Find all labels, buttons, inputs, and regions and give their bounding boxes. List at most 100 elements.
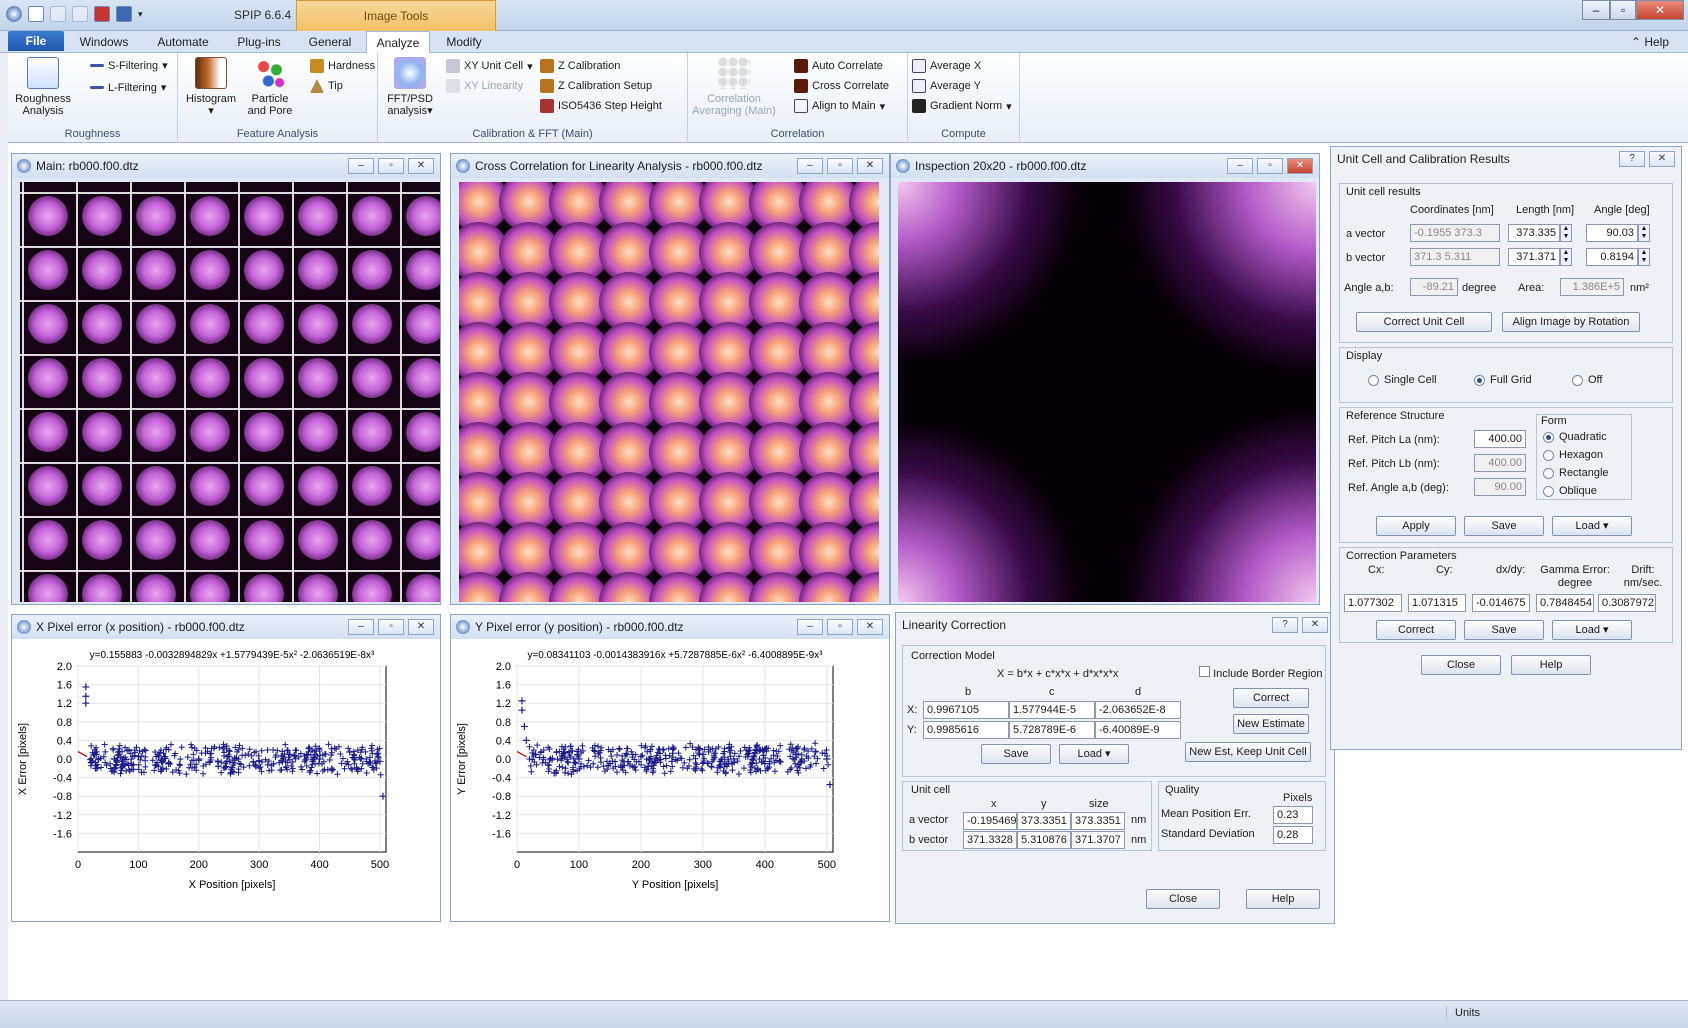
save-button[interactable]: Save xyxy=(981,744,1051,764)
y-error-chart[interactable]: y=0.08341103 -0.0014383916x +5.7287885E-… xyxy=(451,640,889,922)
a-length-spin[interactable]: ▲▼ xyxy=(1560,224,1572,242)
b-angle-spin[interactable]: ▲▼ xyxy=(1638,248,1650,266)
rectangle-radio[interactable]: Rectangle xyxy=(1543,467,1609,479)
pitch-la-field[interactable]: 400.00 xyxy=(1474,430,1526,448)
align-to-main-button[interactable]: Align to Main ▾ xyxy=(794,99,885,113)
y-b-field[interactable]: 0.9985616 xyxy=(923,721,1009,739)
minimize-icon[interactable]: – xyxy=(348,158,374,174)
close-icon[interactable]: ✕ xyxy=(1287,158,1313,174)
close-icon[interactable]: ✕ xyxy=(408,619,434,635)
cross-correlate-button[interactable]: Cross Correlate xyxy=(794,79,889,93)
param-correct-button[interactable]: Correct xyxy=(1376,620,1456,640)
close-icon[interactable]: ✕ xyxy=(857,158,883,174)
undo-icon[interactable] xyxy=(50,6,66,22)
redo-icon[interactable] xyxy=(72,6,88,22)
b-angle-field[interactable]: 0.8194 xyxy=(1586,248,1638,266)
xy-unit-cell-button[interactable]: XY Unit Cell ▾ xyxy=(446,59,533,73)
x-d-field[interactable]: -2.063652E-8 xyxy=(1095,701,1181,719)
ref-save-button[interactable]: Save xyxy=(1464,516,1544,536)
restore-icon[interactable]: ▫ xyxy=(1257,158,1283,174)
help-icon[interactable]: ? xyxy=(1272,617,1298,633)
align-rotation-button[interactable]: Align Image by Rotation xyxy=(1502,312,1640,332)
tab-general[interactable]: General xyxy=(300,31,360,53)
maximize-window-button[interactable]: ▫ xyxy=(1610,0,1636,20)
help-icon[interactable]: ? xyxy=(1619,151,1645,167)
histogram-button[interactable]: Histogram▾ xyxy=(184,57,238,117)
x-error-chart[interactable]: y=0.155883 -0.0032894829x +1.5779439E-5x… xyxy=(12,640,440,922)
inspection-canvas[interactable] xyxy=(898,182,1316,602)
minimize-icon[interactable]: – xyxy=(797,619,823,635)
ref-load-button[interactable]: Load ▾ xyxy=(1552,516,1632,536)
help-button[interactable]: ⌃ Help xyxy=(1620,31,1680,53)
iso5436-button[interactable]: ISO5436 Step Height xyxy=(540,99,662,113)
z-calibration-setup-button[interactable]: Z Calibration Setup xyxy=(540,79,652,93)
main-image-canvas[interactable] xyxy=(20,182,440,602)
particle-pore-button[interactable]: Particle and Pore xyxy=(242,57,298,117)
param-load-button[interactable]: Load ▾ xyxy=(1552,620,1632,640)
cx-field[interactable]: 1.077302 xyxy=(1344,594,1402,612)
tip-button[interactable]: Tip xyxy=(310,79,343,93)
minimize-window-button[interactable]: – xyxy=(1582,0,1610,20)
a-length-field[interactable]: 373.335 xyxy=(1508,224,1560,242)
correlation-averaging-button[interactable]: Correlation Averaging (Main) xyxy=(692,57,776,117)
s-filtering-button[interactable]: S-Filtering ▾ xyxy=(90,59,168,72)
y-d-field[interactable]: -6.40089E-9 xyxy=(1095,721,1181,739)
close-button[interactable]: Close xyxy=(1146,889,1220,909)
tab-plugins[interactable]: Plug-ins xyxy=(228,31,290,53)
new-est-keep-button[interactable]: New Est, Keep Unit Cell xyxy=(1185,742,1311,762)
average-x-button[interactable]: Average X xyxy=(912,59,981,73)
dxdy-field[interactable]: -0.014675 xyxy=(1472,594,1530,612)
file-tab[interactable]: File xyxy=(8,31,64,51)
auto-correlate-button[interactable]: Auto Correlate xyxy=(794,59,883,73)
minimize-icon[interactable]: – xyxy=(348,619,374,635)
quadratic-radio[interactable]: Quadratic xyxy=(1543,431,1607,443)
cy-field[interactable]: 1.071315 xyxy=(1408,594,1466,612)
load-button[interactable]: Load ▾ xyxy=(1059,744,1129,764)
close-icon[interactable]: ✕ xyxy=(1302,617,1328,633)
y-c-field[interactable]: 5.728789E-6 xyxy=(1009,721,1095,739)
restore-icon[interactable]: ▫ xyxy=(827,158,853,174)
gamma-field[interactable]: 0.7848454 xyxy=(1536,594,1594,612)
a-angle-field[interactable]: 90.03 xyxy=(1586,224,1638,242)
tab-modify[interactable]: Modify xyxy=(434,31,494,53)
close-icon[interactable]: ✕ xyxy=(1649,151,1675,167)
gradient-norm-button[interactable]: Gradient Norm ▾ xyxy=(912,99,1012,113)
apply-button[interactable]: Apply xyxy=(1376,516,1456,536)
open-icon[interactable] xyxy=(28,6,44,22)
unit-cell-close-button[interactable]: Close xyxy=(1421,655,1501,675)
off-radio[interactable]: Off xyxy=(1572,374,1602,386)
average-y-button[interactable]: Average Y xyxy=(912,79,981,93)
restore-icon[interactable]: ▫ xyxy=(378,619,404,635)
l-filtering-button[interactable]: L-Filtering ▾ xyxy=(90,81,166,94)
layout-icon[interactable] xyxy=(116,6,132,22)
z-calibration-button[interactable]: Z Calibration xyxy=(540,59,620,73)
cross-correlation-canvas[interactable] xyxy=(459,182,879,602)
param-save-button[interactable]: Save xyxy=(1464,620,1544,640)
hexagon-radio[interactable]: Hexagon xyxy=(1543,449,1603,461)
help-button[interactable]: Help xyxy=(1246,889,1320,909)
tab-automate[interactable]: Automate xyxy=(148,31,218,53)
hardness-button[interactable]: Hardness xyxy=(310,59,375,73)
b-length-spin[interactable]: ▲▼ xyxy=(1560,248,1572,266)
close-icon[interactable]: ✕ xyxy=(857,619,883,635)
tab-analyze[interactable]: Analyze xyxy=(366,31,430,54)
close-window-button[interactable]: ✕ xyxy=(1636,0,1684,20)
correct-button[interactable]: Correct xyxy=(1233,688,1309,708)
restore-icon[interactable]: ▫ xyxy=(378,158,404,174)
include-border-checkbox[interactable]: Include Border Region xyxy=(1199,666,1323,680)
roughness-analysis-button[interactable]: Roughness Analysis xyxy=(12,57,74,117)
x-c-field[interactable]: 1.577944E-5 xyxy=(1009,701,1095,719)
fft-psd-button[interactable]: FFT/PSD analysis▾ xyxy=(382,57,438,117)
oblique-radio[interactable]: Oblique xyxy=(1543,485,1597,497)
single-cell-radio[interactable]: Single Cell xyxy=(1368,374,1437,386)
minimize-icon[interactable]: – xyxy=(1227,158,1253,174)
new-estimate-button[interactable]: New Estimate xyxy=(1233,714,1309,734)
qat-dropdown-icon[interactable]: ▾ xyxy=(138,9,143,20)
minimize-icon[interactable]: – xyxy=(797,158,823,174)
tab-windows[interactable]: Windows xyxy=(72,31,136,53)
full-grid-radio[interactable]: Full Grid xyxy=(1474,374,1532,386)
grid-icon[interactable] xyxy=(94,6,110,22)
b-length-field[interactable]: 371.371 xyxy=(1508,248,1560,266)
app-icon[interactable] xyxy=(6,6,22,22)
x-b-field[interactable]: 0.9967105 xyxy=(923,701,1009,719)
